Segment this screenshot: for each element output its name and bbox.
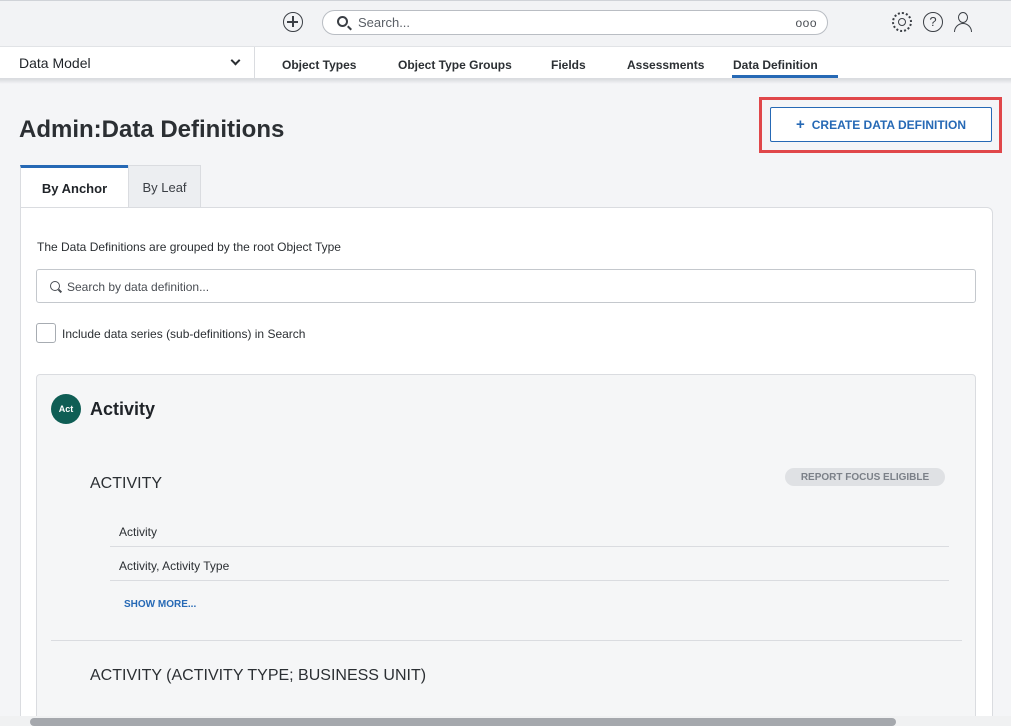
search-icon: [337, 16, 348, 27]
scrollbar-thumb[interactable]: [30, 718, 896, 726]
include-data-series-checkbox[interactable]: [36, 323, 56, 343]
nav-tab-fields[interactable]: Fields: [551, 47, 586, 78]
list-item[interactable]: Activity: [110, 513, 949, 547]
data-definition-search-placeholder: Search by data definition...: [67, 280, 210, 294]
page-title: Admin:Data Definitions: [19, 116, 285, 143]
show-more-link[interactable]: SHOW MORE...: [124, 599, 196, 610]
add-circle-icon[interactable]: [283, 12, 303, 32]
help-icon[interactable]: ?: [923, 12, 943, 32]
nav-tab-data-definition[interactable]: Data Definition: [732, 47, 838, 78]
search-icon: [50, 281, 60, 291]
top-bar: Search... ooo ?: [0, 0, 1011, 47]
group-title: Activity: [90, 399, 156, 419]
global-search-placeholder: Search...: [358, 15, 411, 30]
user-icon-head: [958, 12, 968, 23]
nav-tab-object-types[interactable]: Object Types: [282, 47, 356, 78]
module-dropdown-label: Data Model: [19, 55, 91, 71]
module-dropdown[interactable]: Data Model: [0, 47, 255, 78]
nav-shadow: [0, 79, 1011, 84]
plus-icon: +: [796, 115, 805, 133]
tab-by-leaf[interactable]: By Leaf: [128, 165, 201, 208]
settings-icon[interactable]: [892, 12, 912, 32]
user-icon[interactable]: [953, 12, 973, 32]
nav-tab-object-type-groups[interactable]: Object Type Groups: [398, 47, 512, 78]
chevron-down-icon: [230, 55, 241, 66]
panel-description: The Data Definitions are grouped by the …: [37, 240, 341, 254]
section-divider: [51, 640, 962, 641]
create-data-definition-label: CREATE DATA DEFINITION: [811, 117, 966, 132]
section-title: ACTIVITY (ACTIVITY TYPE; BUSINESS UNIT): [90, 667, 427, 684]
include-data-series-label: Include data series (sub-definitions) in…: [62, 327, 306, 341]
module-nav-bar: Data Model Object Types Object Type Grou…: [0, 47, 1011, 79]
search-options-icon[interactable]: ooo: [795, 16, 817, 30]
create-data-definition-button[interactable]: + CREATE DATA DEFINITION: [770, 107, 992, 142]
status-badge: REPORT FOCUS ELIGIBLE: [785, 468, 945, 486]
avatar: Act: [51, 394, 81, 424]
nav-tab-assessments[interactable]: Assessments: [627, 47, 704, 78]
tab-by-anchor[interactable]: By Anchor: [20, 165, 128, 208]
section-title: ACTIVITY: [90, 475, 163, 492]
user-icon-body: [954, 23, 972, 32]
global-search-input[interactable]: Search... ooo: [322, 10, 828, 35]
list-item[interactable]: Activity, Activity Type: [110, 547, 949, 581]
data-definition-search-input[interactable]: Search by data definition...: [36, 269, 976, 303]
